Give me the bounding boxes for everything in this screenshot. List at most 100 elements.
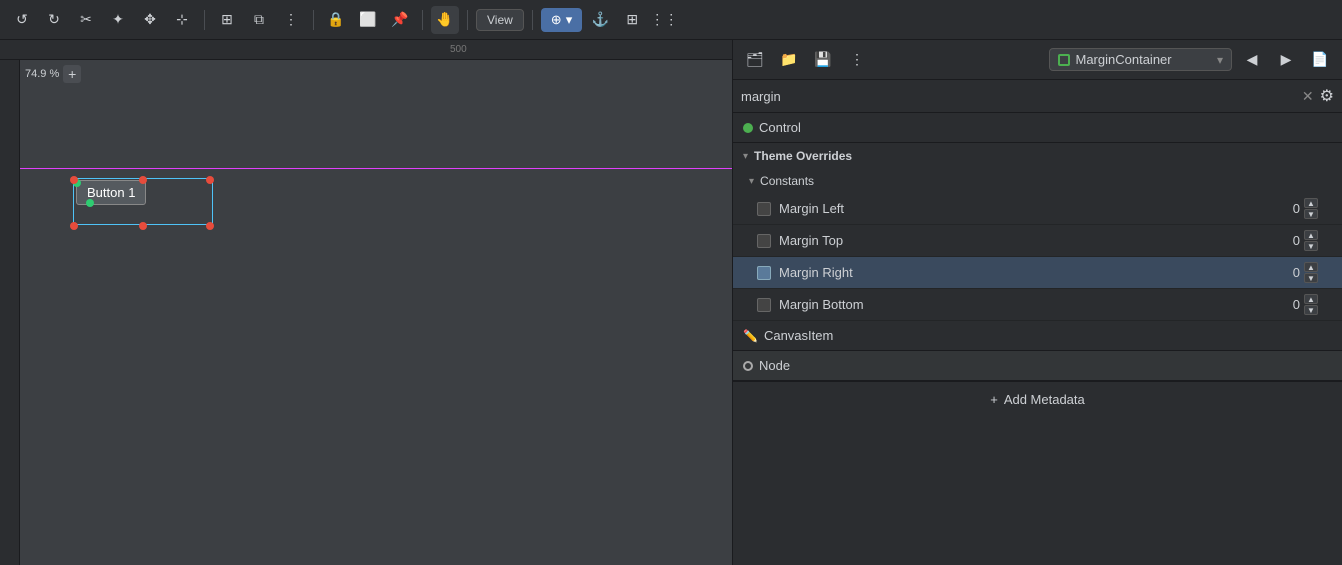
- right-panel: 🗂 📁 💾 ⋮ MarginContainer ▾ ◀ ▶ 📄 ✕ ⚙: [732, 40, 1342, 565]
- constants-arrow: ▾: [749, 176, 754, 187]
- add-metadata-label: Add Metadata: [1004, 392, 1085, 407]
- panel-nav-left[interactable]: ◀: [1238, 46, 1266, 74]
- margin-left-spin-up[interactable]: ▲: [1304, 198, 1318, 208]
- toolbar-sep-4: [467, 10, 468, 30]
- prop-row-margin-top: Margin Top ▲ ▼: [733, 225, 1342, 257]
- node-name-label: MarginContainer: [1076, 52, 1172, 67]
- panel-save-btn[interactable]: 💾: [809, 46, 837, 74]
- node-section-header[interactable]: Node: [733, 351, 1342, 381]
- theme-overrides-header[interactable]: ▾ Theme Overrides: [733, 143, 1342, 169]
- add-node-button[interactable]: ⊕ ▾: [541, 8, 582, 32]
- add-metadata-icon: +: [990, 392, 998, 407]
- margin-right-value-area: ▲ ▼: [1198, 262, 1318, 283]
- handle-tr[interactable]: [206, 176, 214, 184]
- margin-left-checkbox[interactable]: [757, 202, 771, 216]
- canvas-content: Button 1: [20, 60, 732, 565]
- margin-left-spin-down[interactable]: ▼: [1304, 209, 1318, 219]
- canvas-area: 500 74.9 % + Button 1: [0, 40, 732, 565]
- canvas-item-label: CanvasItem: [764, 328, 833, 343]
- node-selector[interactable]: MarginContainer ▾: [1049, 48, 1233, 71]
- prop-row-margin-left: Margin Left ▲ ▼: [733, 193, 1342, 225]
- ruler-horizontal: 500: [0, 40, 732, 60]
- toolbar-btn-grid[interactable]: ⊞: [213, 6, 241, 34]
- handle-tm[interactable]: [139, 176, 147, 184]
- panel-scene-btn[interactable]: 🗂: [741, 46, 769, 74]
- panel-more-btn[interactable]: ⋮: [843, 46, 871, 74]
- margin-top-spinners: ▲ ▼: [1304, 230, 1318, 251]
- margin-bottom-checkbox[interactable]: [757, 298, 771, 312]
- main-area: 500 74.9 % + Button 1: [0, 40, 1342, 565]
- add-icon: ⊕: [551, 12, 562, 28]
- panel-nav-right[interactable]: ▶: [1272, 46, 1300, 74]
- handle-br[interactable]: [206, 222, 214, 230]
- margin-right-spin-up[interactable]: ▲: [1304, 262, 1318, 272]
- search-clear-button[interactable]: ✕: [1302, 88, 1314, 105]
- margin-right-spin-down[interactable]: ▼: [1304, 273, 1318, 283]
- view-button[interactable]: View: [476, 9, 524, 31]
- prop-row-margin-bottom: Margin Bottom ▲ ▼: [733, 289, 1342, 321]
- control-section-header[interactable]: Control: [733, 113, 1342, 143]
- add-metadata-row[interactable]: + Add Metadata: [733, 381, 1342, 417]
- toolbar-sep-5: [532, 10, 533, 30]
- toolbar-anchor-btn[interactable]: ⚓: [586, 6, 614, 34]
- prop-row-margin-right: Margin Right ▲ ▼: [733, 257, 1342, 289]
- margin-top-spin-down[interactable]: ▼: [1304, 241, 1318, 251]
- margin-bottom-input[interactable]: [1240, 297, 1300, 312]
- toolbar-btn-rect[interactable]: ⬜: [354, 6, 382, 34]
- margin-top-value-area: ▲ ▼: [1198, 230, 1318, 251]
- toolbar-grid-dots-btn[interactable]: ⋮⋮: [650, 6, 678, 34]
- handle-tl[interactable]: [70, 176, 78, 184]
- margin-bottom-spin-down[interactable]: ▼: [1304, 305, 1318, 315]
- zoom-add-button[interactable]: +: [63, 65, 81, 83]
- margin-top-input[interactable]: [1240, 233, 1300, 248]
- handle-bm[interactable]: [139, 222, 147, 230]
- ruler-500-label: 500: [450, 44, 467, 55]
- panel-doc-btn[interactable]: 📄: [1306, 46, 1334, 74]
- properties-list: Control ▾ Theme Overrides ▾ Constants Ma…: [733, 113, 1342, 565]
- toolbar-btn-hand[interactable]: 🤚: [431, 6, 459, 34]
- add-dropdown-icon: ▾: [566, 12, 573, 28]
- control-label: Control: [759, 120, 801, 135]
- toolbar-grid-btn2[interactable]: ⊞: [618, 6, 646, 34]
- control-dot: [743, 123, 753, 133]
- node-selector-chevron: ▾: [1217, 53, 1223, 67]
- toolbar-btn-undo[interactable]: ↺: [8, 6, 36, 34]
- margin-right-input[interactable]: [1240, 265, 1300, 280]
- handle-ml-green[interactable]: [86, 199, 94, 207]
- handle-bl[interactable]: [70, 222, 78, 230]
- toolbar-btn-cut[interactable]: ✂: [72, 6, 100, 34]
- constants-header[interactable]: ▾ Constants: [733, 169, 1342, 193]
- toolbar-btn-move[interactable]: ✥: [136, 6, 164, 34]
- search-filter-button[interactable]: ⚙: [1320, 86, 1334, 106]
- toolbar-btn-snap[interactable]: ✦: [104, 6, 132, 34]
- node-label: Node: [759, 358, 790, 373]
- toolbar-btn-extra1[interactable]: ⧉: [245, 6, 273, 34]
- node-type-icon: [1058, 54, 1070, 66]
- margin-left-spinners: ▲ ▼: [1304, 198, 1318, 219]
- toolbar-btn-pin[interactable]: 📌: [386, 6, 414, 34]
- theme-overrides-arrow: ▾: [743, 151, 748, 162]
- toolbar-sep-2: [313, 10, 314, 30]
- margin-left-label: Margin Left: [779, 201, 1198, 216]
- toolbar-btn-more[interactable]: ⋮: [277, 6, 305, 34]
- toolbar-btn-select[interactable]: ⊹: [168, 6, 196, 34]
- panel-search-bar: ✕ ⚙: [733, 80, 1342, 113]
- margin-top-checkbox[interactable]: [757, 234, 771, 248]
- margin-bottom-label: Margin Bottom: [779, 297, 1198, 312]
- margin-top-label: Margin Top: [779, 233, 1198, 248]
- margin-right-checkbox[interactable]: [757, 266, 771, 280]
- toolbar-btn-redo[interactable]: ↻: [40, 6, 68, 34]
- margin-left-value-area: ▲ ▼: [1198, 198, 1318, 219]
- panel-open-btn[interactable]: 📁: [775, 46, 803, 74]
- margin-bottom-value-area: ▲ ▼: [1198, 294, 1318, 315]
- canvas-item-section-header[interactable]: ✏️ CanvasItem: [733, 321, 1342, 351]
- margin-bottom-spin-up[interactable]: ▲: [1304, 294, 1318, 304]
- margin-top-spin-up[interactable]: ▲: [1304, 230, 1318, 240]
- zoom-bar: 74.9 % +: [25, 65, 81, 83]
- pencil-icon: ✏️: [743, 329, 758, 343]
- toolbar-btn-lock[interactable]: 🔒: [322, 6, 350, 34]
- search-input[interactable]: [741, 89, 1296, 104]
- theme-overrides-label: Theme Overrides: [754, 149, 852, 163]
- margin-left-input[interactable]: [1240, 201, 1300, 216]
- margin-bottom-spinners: ▲ ▼: [1304, 294, 1318, 315]
